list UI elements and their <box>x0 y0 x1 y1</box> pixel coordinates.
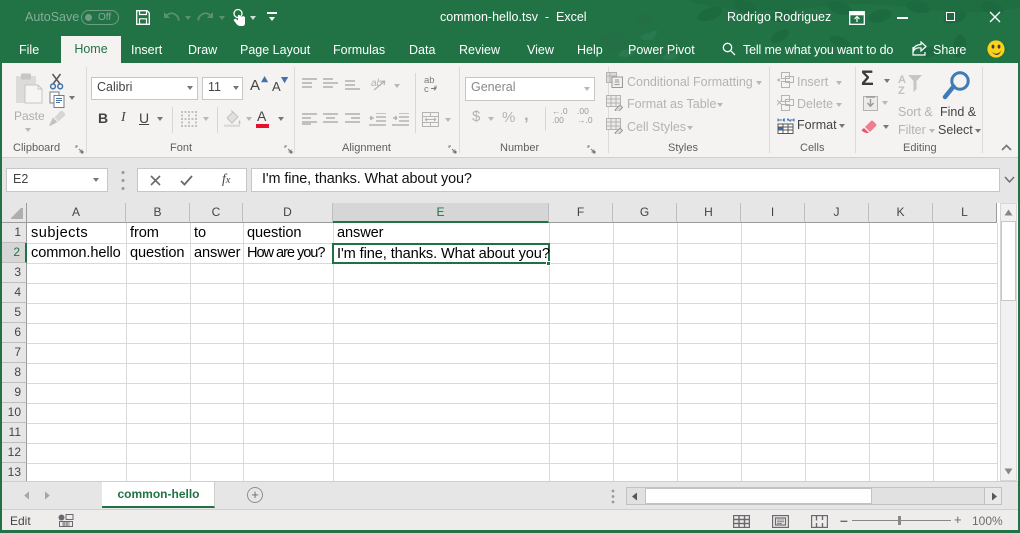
svg-text:c: c <box>424 84 429 93</box>
svg-text:Z: Z <box>898 85 905 95</box>
